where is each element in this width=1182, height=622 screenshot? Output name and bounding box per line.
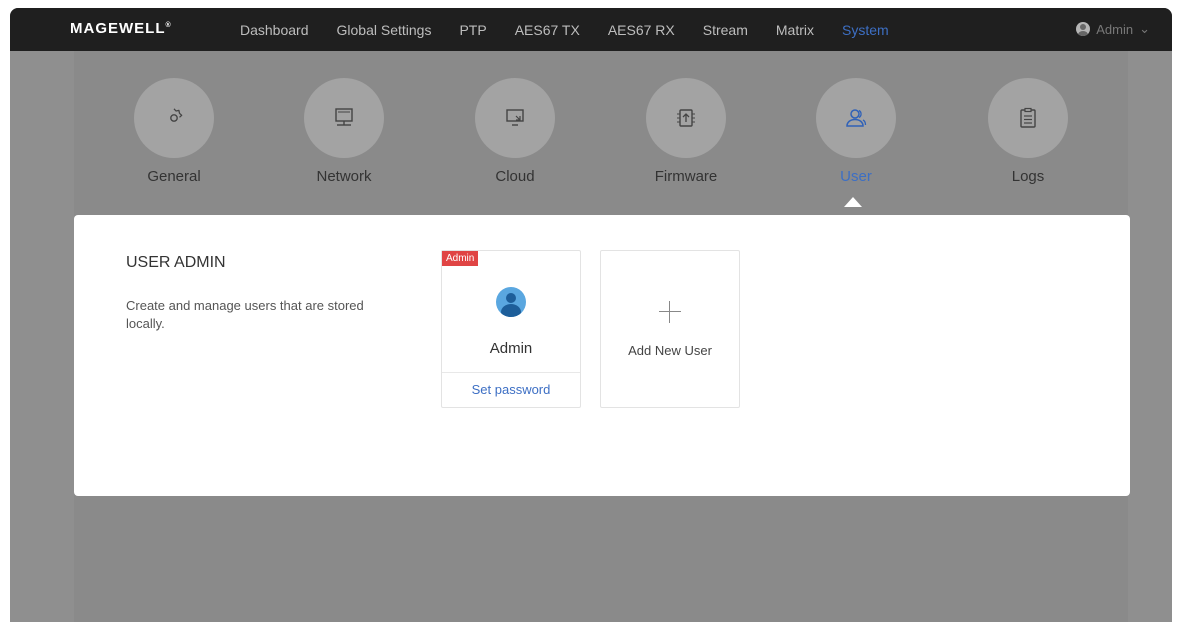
account-menu[interactable]: Admin ⌄ xyxy=(1076,21,1150,37)
category-general[interactable]: General xyxy=(104,78,244,185)
gear-icon xyxy=(170,108,183,122)
category-network-circle xyxy=(304,78,384,158)
category-logs-circle xyxy=(988,78,1068,158)
category-firmware-circle xyxy=(646,78,726,158)
user-card: Admin Admin Set password xyxy=(441,250,581,408)
account-label: Admin xyxy=(1096,21,1134,37)
panel-description: Create and manage users that are stored … xyxy=(126,298,364,331)
nav-global-settings[interactable]: Global Settings xyxy=(337,22,432,38)
card-divider xyxy=(442,372,580,373)
nav-aes67-rx[interactable]: AES67 RX xyxy=(608,22,675,38)
user-name: Admin xyxy=(489,340,533,357)
nav-ptp[interactable]: PTP xyxy=(459,22,486,38)
panel-title: USER ADMIN xyxy=(126,254,226,271)
nav-system[interactable]: System xyxy=(842,22,889,38)
clipboard-icon xyxy=(1020,107,1036,128)
user-avatar-icon xyxy=(1076,22,1091,36)
category-user-label: User xyxy=(840,168,872,185)
panel-pointer xyxy=(844,197,862,207)
nav-dashboard[interactable]: Dashboard xyxy=(240,22,309,38)
user-admin-panel: USER ADMIN Create and manage users that … xyxy=(74,215,1130,496)
chip-upload-icon xyxy=(677,109,695,127)
main-nav: Dashboard Global Settings PTP AES67 TX A… xyxy=(240,8,889,51)
category-user-circle xyxy=(816,78,896,158)
brand-logo-mark: ® xyxy=(165,22,171,29)
brand-logo[interactable]: MAGEWELL® xyxy=(70,20,171,37)
category-network-label: Network xyxy=(316,168,372,185)
add-new-user-label: Add New User xyxy=(628,343,712,358)
nav-stream[interactable]: Stream xyxy=(703,22,748,38)
category-general-label: General xyxy=(147,168,201,185)
category-network[interactable]: Network xyxy=(274,78,414,185)
category-logs-label: Logs xyxy=(1011,168,1045,185)
nav-matrix[interactable]: Matrix xyxy=(776,22,814,38)
top-navbar: MAGEWELL® Dashboard Global Settings PTP … xyxy=(10,8,1172,51)
users-icon xyxy=(846,109,867,127)
admin-badge: Admin xyxy=(442,251,479,266)
screen-cast-icon xyxy=(506,109,524,126)
monitor-network-icon xyxy=(335,108,353,126)
brand-logo-text: MAGEWELL xyxy=(70,20,166,37)
chevron-down-icon: ⌄ xyxy=(1139,21,1150,36)
nav-aes67-tx[interactable]: AES67 TX xyxy=(515,22,580,38)
category-general-circle xyxy=(134,78,214,158)
add-new-user-button[interactable]: Add New User xyxy=(600,250,740,408)
category-cloud[interactable]: Cloud xyxy=(445,78,585,185)
category-cloud-label: Cloud xyxy=(495,168,535,185)
plus-icon xyxy=(659,301,681,323)
set-password-link[interactable]: Set password xyxy=(442,382,580,397)
category-logs[interactable]: Logs xyxy=(958,78,1098,185)
category-user[interactable]: User xyxy=(786,78,926,185)
user-avatar-icon xyxy=(496,287,526,317)
category-cloud-circle xyxy=(475,78,555,158)
category-firmware[interactable]: Firmware xyxy=(616,78,756,185)
category-firmware-label: Firmware xyxy=(654,168,718,185)
